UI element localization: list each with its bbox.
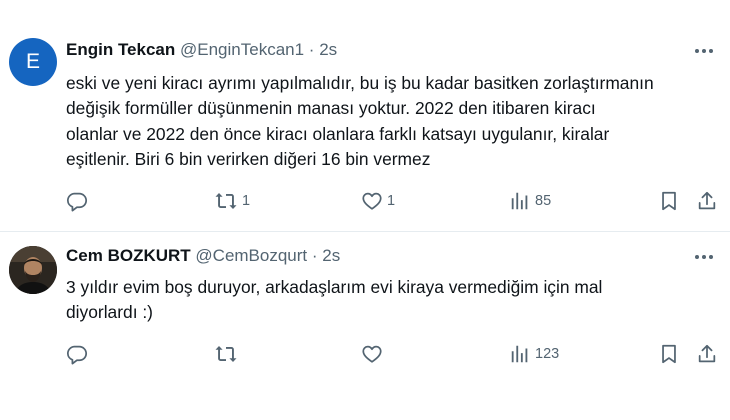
- retweet-icon: [214, 343, 238, 365]
- more-icon[interactable]: [692, 41, 716, 61]
- bookmark-icon: [658, 343, 680, 365]
- reply-icon: [66, 343, 88, 365]
- author-name[interactable]: Engin Tekcan: [66, 40, 175, 59]
- tweet-text: 3 yıldır evim boş duruyor, arkadaşlarım …: [66, 277, 603, 323]
- share-button[interactable]: [696, 189, 718, 213]
- author-handle[interactable]: @CemBozqurt: [195, 246, 307, 265]
- author-name[interactable]: Cem BOZKURT: [66, 246, 191, 265]
- bookmark-icon: [658, 190, 680, 212]
- views-count: 85: [535, 193, 552, 209]
- avatar[interactable]: E: [9, 38, 57, 86]
- more-icon[interactable]: [692, 247, 716, 267]
- like-icon: [361, 343, 383, 365]
- views-button[interactable]: 123: [509, 342, 559, 366]
- share-icon: [696, 343, 718, 365]
- reply-button[interactable]: [66, 189, 92, 213]
- like-count: 1: [387, 193, 396, 209]
- timestamp[interactable]: 2s: [319, 40, 337, 59]
- author-handle[interactable]: @EnginTekcan1: [180, 40, 304, 59]
- like-icon: [361, 190, 383, 212]
- action-bar: 1 1 85: [66, 189, 726, 213]
- avatar-letter: E: [25, 50, 40, 73]
- tweet-header: Cem BOZKURT @CemBozqurt · 2s: [66, 246, 340, 266]
- separator: ·: [311, 246, 318, 265]
- retweet-button[interactable]: 1: [214, 189, 250, 213]
- views-button[interactable]: 85: [509, 189, 551, 213]
- bookmark-button[interactable]: [658, 342, 680, 366]
- avatar-photo: [9, 246, 57, 294]
- share-button[interactable]: [696, 342, 718, 366]
- avatar[interactable]: [9, 246, 57, 294]
- tweet[interactable]: Cem BOZKURT @CemBozqurt · 2s 3 yıldır ev…: [0, 232, 730, 420]
- bookmark-button[interactable]: [658, 189, 680, 213]
- tweet-header: Engin Tekcan @EnginTekcan1 · 2s: [66, 40, 337, 60]
- like-button[interactable]: [361, 342, 387, 366]
- reply-icon: [66, 190, 88, 212]
- views-icon: [509, 190, 531, 212]
- retweet-count: 1: [242, 193, 251, 209]
- reply-button[interactable]: [66, 342, 92, 366]
- action-bar: 123: [66, 342, 726, 366]
- tweet-text: eski ve yeni kiracı ayrımı yapılmalıdır,…: [66, 73, 654, 169]
- separator: ·: [308, 40, 315, 59]
- share-icon: [696, 190, 718, 212]
- views-icon: [509, 343, 531, 365]
- retweet-button[interactable]: [214, 342, 242, 366]
- tweet[interactable]: E Engin Tekcan @EnginTekcan1 · 2s eski v…: [0, 0, 730, 232]
- timestamp[interactable]: 2s: [322, 246, 340, 265]
- views-count: 123: [535, 346, 560, 362]
- retweet-icon: [214, 190, 238, 212]
- like-button[interactable]: 1: [361, 189, 395, 213]
